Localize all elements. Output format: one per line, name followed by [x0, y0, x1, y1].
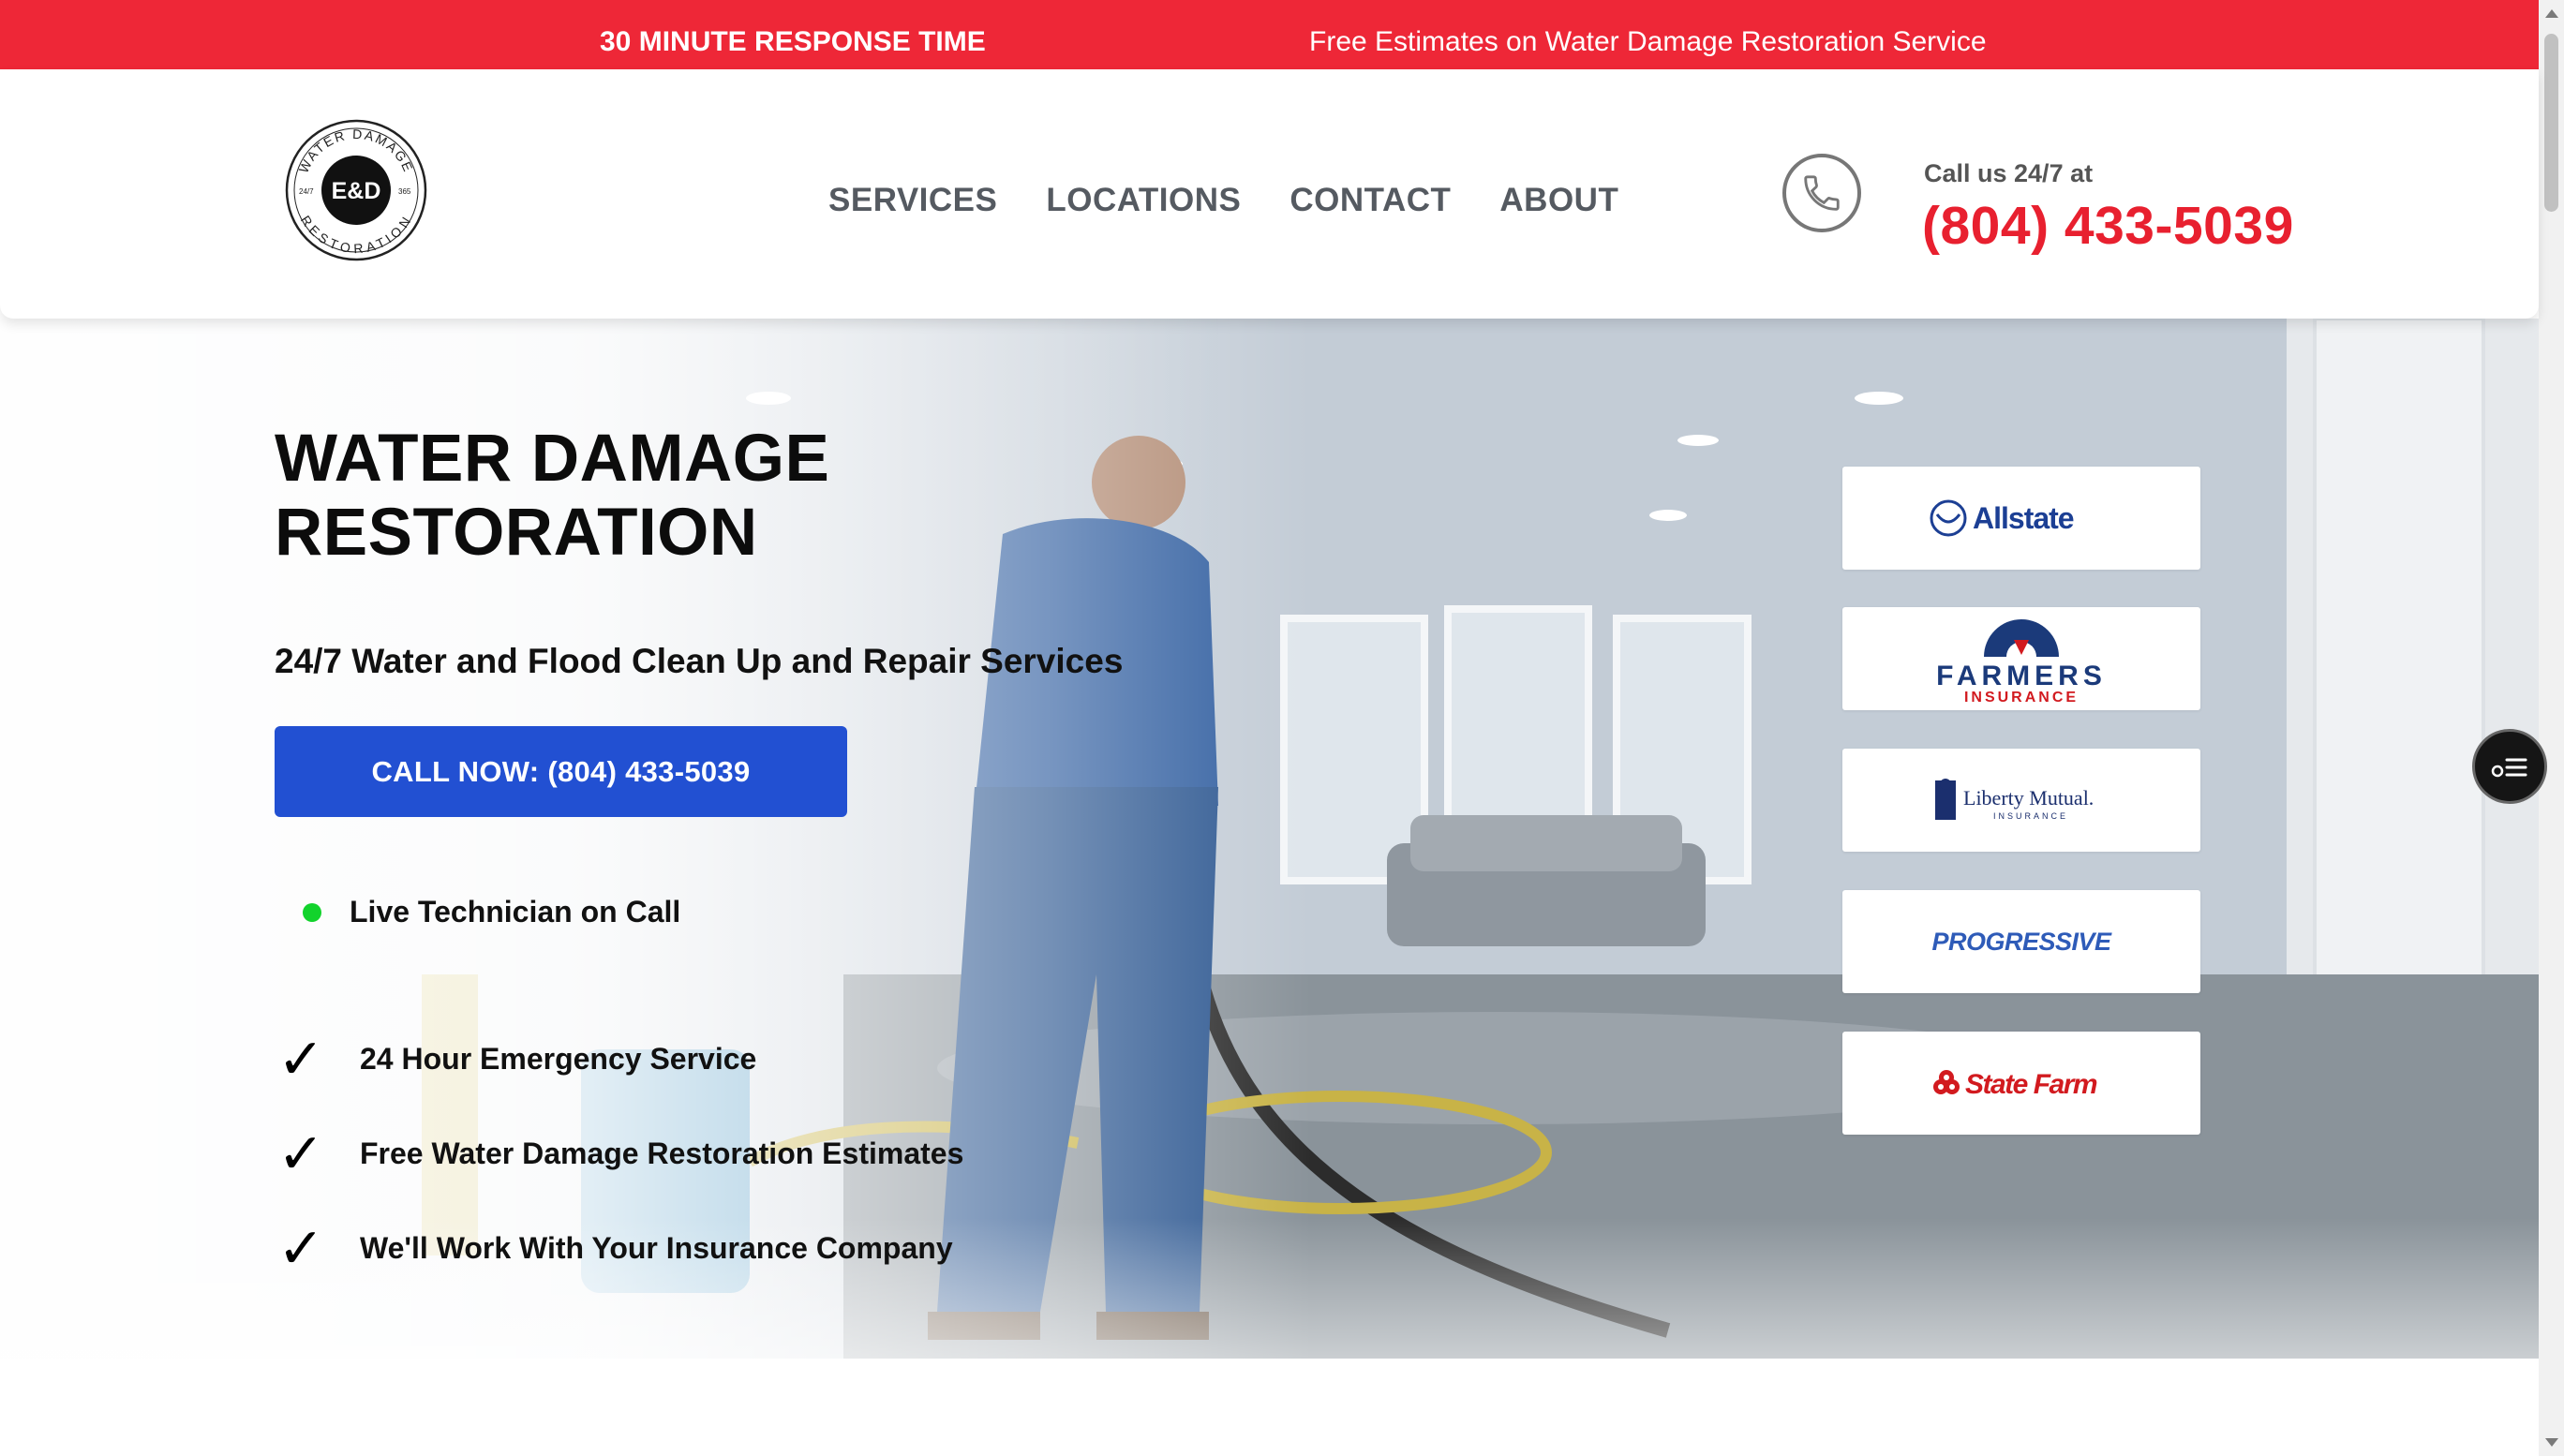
benefit-item: ✓ Free Water Damage Restoration Estimate…: [277, 1107, 963, 1201]
benefit-text: Free Water Damage Restoration Estimates: [360, 1137, 964, 1170]
liberty-mutual-wordmark: Liberty Mutual.: [1963, 786, 2094, 810]
company-logo[interactable]: WATER DAMAGE RESTORATION E&D 24/7 365: [284, 118, 428, 262]
checkmark-icon: ✓: [277, 1215, 325, 1282]
state-farm-logo: State Farm: [1933, 1069, 2098, 1100]
menu-list-icon: [2491, 758, 2527, 778]
scrollbar-thumb[interactable]: [2544, 34, 2558, 212]
benefit-text: We'll Work With Your Insurance Company: [360, 1231, 953, 1265]
checkmark-icon: ✓: [277, 1026, 325, 1092]
allstate-logo-card: Allstate: [1842, 467, 2200, 570]
progressive-logo-card: PROGRESSIVE: [1842, 890, 2200, 993]
liberty-mutual-logo-card: Liberty Mutual. INSURANCE: [1842, 749, 2200, 852]
checkmark-icon: ✓: [277, 1121, 325, 1187]
allstate-wordmark: Allstate: [1973, 501, 2074, 535]
response-time-text: 30 MINUTE RESPONSE TIME: [600, 26, 986, 57]
site-header: WATER DAMAGE RESTORATION E&D 24/7 365 SE…: [0, 69, 2539, 319]
logo-right-small: 365: [398, 187, 411, 196]
nav-contact[interactable]: CONTACT: [1289, 182, 1451, 219]
progressive-wordmark: PROGRESSIVE: [1931, 928, 2112, 956]
state-farm-logo-card: State Farm: [1842, 1032, 2200, 1135]
farmers-logo: FARMERS INSURANCE: [1936, 619, 2107, 706]
phone-icon[interactable]: [1782, 154, 1861, 232]
state-farm-wordmark: State Farm: [1965, 1069, 2097, 1100]
promo-bar: 30 MINUTE RESPONSE TIME Free Estimates o…: [0, 0, 2539, 69]
farmers-insurance-text: INSURANCE: [1964, 690, 2079, 706]
hero-subtitle: 24/7 Water and Flood Clean Up and Repair…: [275, 642, 1124, 680]
live-technician-label: Live Technician on Call: [350, 895, 681, 929]
call-us-label: Call us 24/7 at: [1924, 159, 2094, 187]
hero-section: WATER DAMAGE RESTORATION 24/7 Water and …: [0, 319, 2539, 1359]
nav-about[interactable]: ABOUT: [1499, 182, 1618, 219]
liberty-insurance-text: INSURANCE: [1993, 811, 2068, 821]
scroll-up-arrow-icon[interactable]: [2545, 9, 2558, 18]
accessibility-widget-button[interactable]: [2472, 729, 2547, 804]
benefits-list: ✓ 24 Hour Emergency Service ✓ Free Water…: [277, 1012, 963, 1296]
liberty-mutual-logo: Liberty Mutual. INSURANCE: [1935, 779, 2094, 821]
allstate-logo: Allstate: [1930, 499, 2075, 537]
call-now-button[interactable]: CALL NOW: (804) 433-5039: [275, 726, 847, 817]
nav-locations[interactable]: LOCATIONS: [1046, 182, 1241, 219]
live-status-dot-icon: [303, 902, 321, 922]
live-technician-status: Live Technician on Call: [303, 895, 680, 929]
page-scrollbar[interactable]: [2539, 0, 2564, 1456]
scroll-down-arrow-icon[interactable]: [2545, 1438, 2558, 1447]
benefit-text: 24 Hour Emergency Service: [360, 1042, 757, 1076]
benefit-item: ✓ 24 Hour Emergency Service: [277, 1012, 963, 1107]
benefit-item: ✓ We'll Work With Your Insurance Company: [277, 1201, 963, 1296]
farmers-logo-card: FARMERS INSURANCE: [1842, 607, 2200, 710]
hero-title: WATER DAMAGE RESTORATION: [275, 422, 830, 570]
logo-initials: E&D: [332, 178, 381, 204]
free-estimates-text: Free Estimates on Water Damage Restorati…: [1309, 26, 1987, 57]
progressive-logo: PROGRESSIVE: [1931, 928, 2112, 956]
nav-services[interactable]: SERVICES: [828, 182, 997, 219]
main-nav: SERVICES LOCATIONS CONTACT ABOUT: [828, 182, 1618, 219]
farmers-wordmark: FARMERS: [1936, 661, 2107, 691]
header-phone-link[interactable]: (804) 433-5039: [1922, 195, 2294, 257]
phone-handset-icon: [1804, 175, 1840, 211]
logo-left-small: 24/7: [299, 187, 314, 196]
